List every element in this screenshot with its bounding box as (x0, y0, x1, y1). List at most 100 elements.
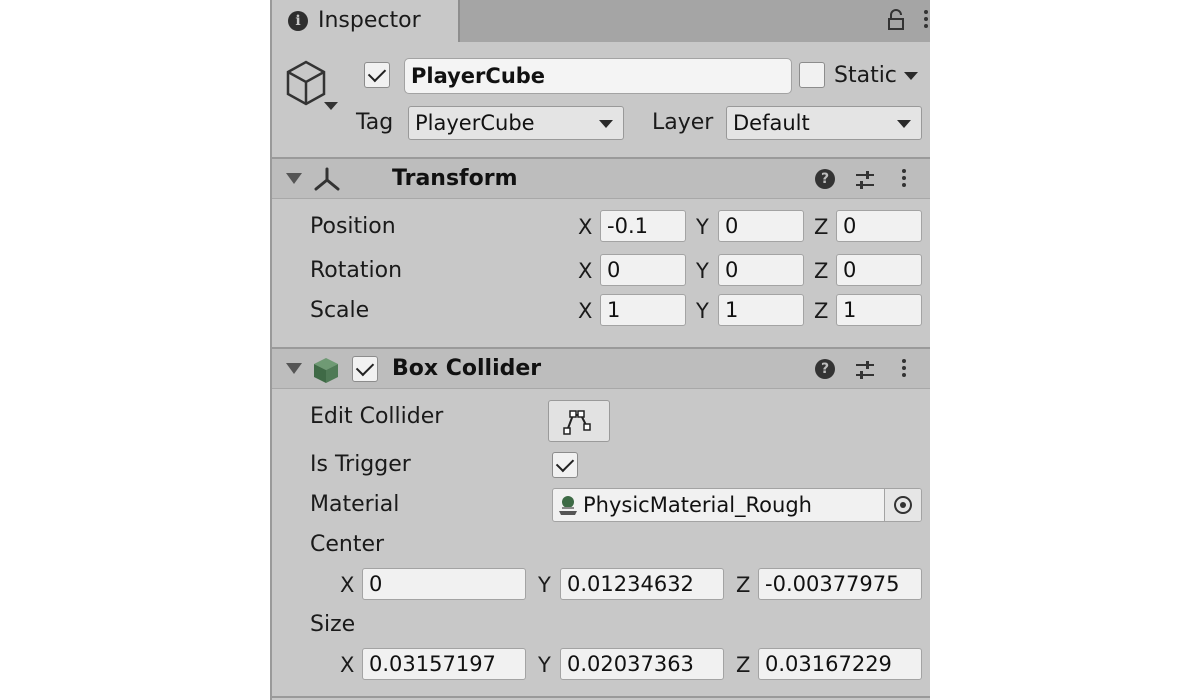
edit-collider-button[interactable] (548, 400, 610, 442)
inspector-panel: i Inspector PlayerCube Static Tag Player… (270, 0, 930, 700)
object-name-field[interactable]: PlayerCube (404, 58, 792, 94)
material-object-field[interactable]: PhysicMaterial_Rough (552, 488, 922, 522)
box-collider-enabled-checkbox[interactable] (352, 356, 378, 382)
kebab-menu-icon[interactable] (902, 169, 906, 190)
position-z-value: 0 (843, 214, 857, 238)
rotation-y-field[interactable]: 0 (718, 254, 804, 286)
center-z-axis-label: Z (736, 573, 751, 597)
rotation-y-value: 0 (725, 258, 739, 282)
material-label: Material (310, 492, 400, 517)
cube-outline-icon[interactable] (284, 58, 340, 114)
sliders-icon[interactable] (854, 169, 876, 191)
check-mark-icon (367, 63, 387, 83)
object-name: PlayerCube (411, 64, 546, 88)
rotation-x-value: 0 (607, 258, 621, 282)
tag-dropdown[interactable]: PlayerCube (408, 106, 624, 140)
physic-material-icon (559, 496, 577, 515)
is-trigger-checkbox[interactable] (552, 452, 578, 478)
chevron-down-icon (599, 120, 613, 128)
scale-x-field[interactable]: 1 (600, 294, 686, 326)
kebab-menu-icon[interactable] (924, 10, 928, 31)
position-x-field[interactable]: -0.1 (600, 210, 686, 242)
size-y-value: 0.02037363 (567, 652, 694, 676)
check-mark-icon (355, 357, 375, 377)
object-active-checkbox[interactable] (364, 62, 390, 88)
sliders-icon[interactable] (854, 359, 876, 381)
rotation-z-field[interactable]: 0 (836, 254, 922, 286)
center-x-axis-label: X (340, 573, 355, 597)
center-z-field[interactable]: -0.00377975 (758, 568, 922, 600)
foldout-arrow-icon[interactable] (286, 173, 302, 184)
layer-value: Default (733, 111, 810, 135)
size-z-field[interactable]: 0.03167229 (758, 648, 922, 680)
chevron-down-icon (897, 120, 911, 128)
rotation-z-value: 0 (843, 258, 857, 282)
scale-z-field[interactable]: 1 (836, 294, 922, 326)
tag-label: Tag (356, 110, 394, 135)
position-y-value: 0 (725, 214, 739, 238)
scale-y-field[interactable]: 1 (718, 294, 804, 326)
help-icon[interactable]: ? (815, 169, 835, 189)
transform-title: Transform (392, 166, 518, 191)
help-icon[interactable]: ? (815, 359, 835, 379)
tab-inspector[interactable]: i Inspector (272, 0, 460, 42)
static-checkbox[interactable] (799, 62, 825, 88)
rotation-x-field[interactable]: 0 (600, 254, 686, 286)
size-x-value: 0.03157197 (369, 652, 496, 676)
position-z-field[interactable]: 0 (836, 210, 922, 242)
foldout-arrow-icon[interactable] (286, 363, 302, 374)
scale-y-axis-label: Y (696, 299, 709, 323)
rotation-z-axis-label: Z (814, 259, 829, 283)
box-collider-header[interactable]: Box Collider ? (272, 347, 930, 389)
lock-icon[interactable] (886, 8, 906, 32)
scale-y-value: 1 (725, 298, 739, 322)
scale-x-axis-label: X (578, 299, 593, 323)
scale-label: Scale (310, 298, 370, 323)
size-y-axis-label: Y (538, 653, 551, 677)
size-x-field[interactable]: 0.03157197 (362, 648, 526, 680)
size-z-axis-label: Z (736, 653, 751, 677)
static-label: Static (834, 63, 897, 88)
transform-header[interactable]: Transform ? (272, 157, 930, 199)
center-y-field[interactable]: 0.01234632 (560, 568, 724, 600)
layer-label: Layer (652, 110, 714, 135)
tab-title: Inspector (318, 8, 421, 33)
center-z-value: -0.00377975 (765, 572, 900, 596)
position-y-field[interactable]: 0 (718, 210, 804, 242)
center-x-field[interactable]: 0 (362, 568, 526, 600)
edit-collider-icon (563, 410, 591, 435)
rotation-x-axis-label: X (578, 259, 593, 283)
center-label: Center (310, 532, 385, 557)
section-divider (272, 696, 930, 698)
scale-x-value: 1 (607, 298, 621, 322)
size-x-axis-label: X (340, 653, 355, 677)
info-icon: i (288, 11, 308, 31)
position-x-axis-label: X (578, 215, 593, 239)
size-label: Size (310, 612, 356, 637)
rotation-label: Rotation (310, 258, 403, 283)
object-picker-icon[interactable] (884, 489, 921, 521)
size-y-field[interactable]: 0.02037363 (560, 648, 724, 680)
static-dropdown-caret[interactable] (904, 72, 918, 80)
position-y-axis-label: Y (696, 215, 709, 239)
center-y-axis-label: Y (538, 573, 551, 597)
center-y-value: 0.01234632 (567, 572, 694, 596)
transform-axes-icon (312, 167, 342, 193)
scale-z-value: 1 (843, 298, 857, 322)
center-x-value: 0 (369, 572, 383, 596)
edit-collider-label: Edit Collider (310, 404, 444, 429)
kebab-menu-icon[interactable] (902, 359, 906, 380)
rotation-y-axis-label: Y (696, 259, 709, 283)
size-z-value: 0.03167229 (765, 652, 892, 676)
box-collider-title: Box Collider (392, 356, 542, 381)
position-label: Position (310, 214, 396, 239)
layer-dropdown[interactable]: Default (726, 106, 922, 140)
position-x-value: -0.1 (607, 214, 648, 238)
is-trigger-label: Is Trigger (310, 452, 411, 477)
material-value: PhysicMaterial_Rough (583, 493, 812, 517)
check-mark-icon (555, 453, 575, 473)
position-z-axis-label: Z (814, 215, 829, 239)
tab-bar: i Inspector (272, 0, 930, 42)
tag-value: PlayerCube (415, 111, 535, 135)
cube-solid-icon (312, 356, 340, 384)
